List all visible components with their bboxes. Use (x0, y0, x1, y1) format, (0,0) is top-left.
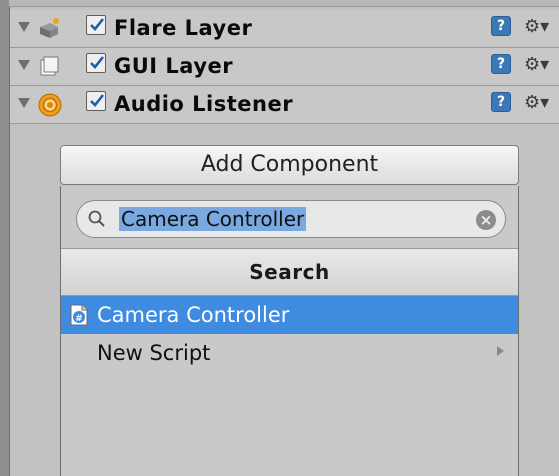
search-icon (87, 209, 107, 229)
foldout-triangle-icon[interactable] (18, 22, 30, 32)
help-icon[interactable]: ? (491, 16, 511, 36)
add-component-button[interactable]: Add Component (60, 145, 519, 185)
flare-layer-icon (38, 17, 60, 39)
component-row-flare-layer[interactable]: Flare Layer ? ⚙▾ (10, 10, 559, 48)
audio-listener-icon (38, 93, 62, 117)
csharp-script-icon: # (67, 303, 91, 327)
component-name: GUI Layer (114, 54, 234, 78)
list-item-camera-controller[interactable]: # Camera Controller (61, 296, 518, 334)
add-component-popup: Camera Controller × Search # Camera Cont… (60, 186, 519, 476)
list-item-label: New Script (97, 341, 211, 365)
enabled-checkbox[interactable] (86, 91, 106, 111)
search-field[interactable]: Camera Controller × (76, 200, 506, 238)
gui-layer-icon (38, 55, 60, 77)
inspector-top-edge (9, 0, 559, 7)
enabled-checkbox[interactable] (86, 15, 106, 35)
submenu-arrow-icon (497, 346, 504, 356)
help-icon[interactable]: ? (491, 92, 511, 112)
svg-text:#: # (75, 314, 83, 324)
foldout-triangle-icon[interactable] (18, 98, 30, 108)
popup-header: Search (61, 249, 518, 296)
gear-icon[interactable]: ⚙▾ (524, 16, 550, 38)
foldout-triangle-icon[interactable] (18, 60, 30, 70)
component-name: Audio Listener (114, 92, 294, 116)
clear-search-icon[interactable]: × (476, 210, 496, 230)
list-item-label: Camera Controller (97, 303, 290, 327)
component-name: Flare Layer (114, 16, 253, 40)
help-icon[interactable]: ? (491, 54, 511, 74)
search-input[interactable]: Camera Controller (119, 207, 471, 233)
component-row-audio-listener[interactable]: Audio Listener ? ⚙▾ (10, 86, 559, 124)
inspector-left-edge (0, 0, 10, 476)
enabled-checkbox[interactable] (86, 53, 106, 73)
gear-icon[interactable]: ⚙▾ (524, 54, 550, 76)
gear-icon[interactable]: ⚙▾ (524, 92, 550, 114)
search-value-selection: Camera Controller (119, 207, 307, 231)
component-row-gui-layer[interactable]: GUI Layer ? ⚙▾ (10, 48, 559, 86)
list-item-new-script[interactable]: New Script (61, 334, 518, 372)
